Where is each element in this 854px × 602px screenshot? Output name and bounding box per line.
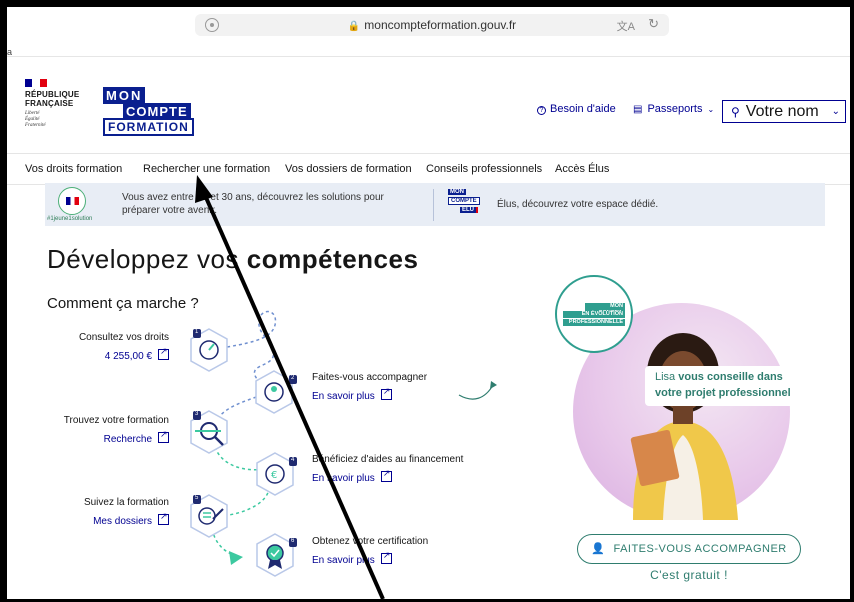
annotation-arrow xyxy=(195,175,385,599)
browser-window: 🔒 moncompteformation.gouv.fr 文A ↻ a RÉPUB… xyxy=(7,7,850,599)
